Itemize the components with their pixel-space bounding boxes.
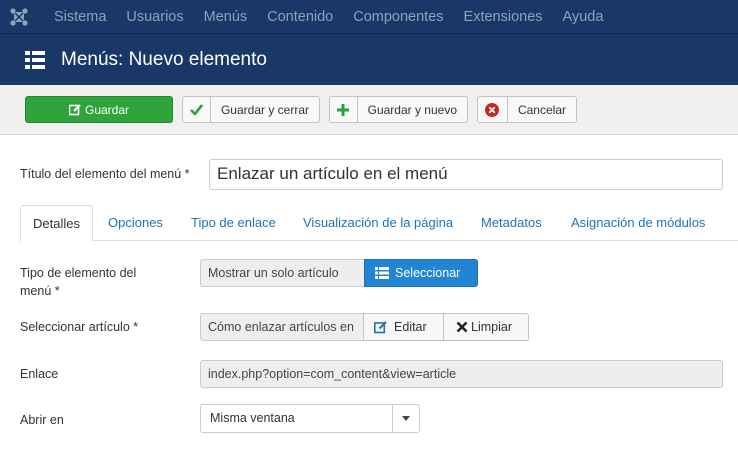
save-close-button[interactable]: Guardar y cerrar — [182, 96, 320, 123]
nav-sistema[interactable]: Sistema — [54, 9, 106, 25]
nav-menus[interactable]: Menús — [204, 9, 248, 25]
save-close-label: Guardar y cerrar — [220, 102, 309, 117]
edit-icon — [68, 103, 81, 115]
plus-icon — [330, 97, 358, 122]
nav-ayuda[interactable]: Ayuda — [563, 9, 604, 25]
tab-bar: Detalles Opciones Tipo de enlace Visuali… — [20, 205, 738, 242]
page-title: Menús: Nuevo elemento — [61, 48, 267, 70]
x-icon — [456, 321, 468, 333]
item-type-label-line1: Tipo de elemento del — [20, 266, 137, 280]
nav-componentes[interactable]: Componentes — [353, 9, 443, 25]
select-type-button[interactable]: Seleccionar — [364, 259, 478, 287]
open-in-select[interactable]: Misma ventana — [200, 404, 420, 433]
tab-asignacion-modulos[interactable]: Asignación de módulos — [571, 205, 705, 241]
cancel-button[interactable]: Cancelar — [477, 96, 577, 123]
link-field: index.php?option=com_content&view=articl… — [200, 360, 723, 388]
list-icon — [375, 267, 389, 279]
nav-extensiones[interactable]: Extensiones — [464, 9, 543, 25]
clear-article-button[interactable]: Limpiar — [443, 313, 529, 341]
article-field: Cómo enlazar artículos en — [200, 313, 364, 341]
cancel-icon — [478, 97, 508, 122]
edit-article-button[interactable]: Editar — [363, 313, 444, 341]
save-new-label: Guardar y nuevo — [367, 102, 457, 117]
open-in-label: Abrir en — [20, 413, 64, 427]
tab-metadatos[interactable]: Metadatos — [481, 205, 542, 241]
caret-down-icon — [392, 405, 419, 432]
toolbar: Guardar Guardar y cerrar Guardar y nuevo… — [0, 85, 738, 135]
open-in-value: Misma ventana — [210, 411, 295, 425]
tab-tipo-de-enlace[interactable]: Tipo de enlace — [191, 205, 276, 241]
item-type-label: Tipo de elemento del menú * — [20, 264, 136, 300]
item-type-label-line2: menú * — [20, 284, 60, 298]
edit-icon — [374, 320, 387, 333]
save-button-label: Guardar — [84, 102, 130, 117]
nav-contenido[interactable]: Contenido — [267, 9, 333, 25]
tab-detalles[interactable]: Detalles — [20, 205, 93, 242]
cancel-label: Cancelar — [517, 102, 566, 117]
link-label: Enlace — [20, 367, 59, 381]
save-new-button[interactable]: Guardar y nuevo — [329, 96, 468, 123]
item-type-field: Mostrar un solo artículo — [200, 259, 365, 287]
edit-article-label: Editar — [394, 320, 427, 334]
title-input[interactable]: Enlazar un artículo en el menú — [209, 159, 723, 190]
nav-usuarios[interactable]: Usuarios — [126, 9, 183, 25]
tab-opciones[interactable]: Opciones — [108, 205, 163, 241]
title-field-label: Título del elemento del menú * — [20, 167, 190, 181]
joomla-logo-icon[interactable] — [0, 0, 38, 33]
list-icon — [25, 50, 45, 69]
top-navbar: Sistema Usuarios Menús Contenido Compone… — [0, 0, 738, 33]
save-button[interactable]: Guardar — [25, 96, 173, 123]
check-icon — [183, 97, 211, 122]
clear-article-label: Limpiar — [471, 320, 512, 334]
article-label: Seleccionar artículo * — [20, 320, 139, 334]
select-type-label: Seleccionar — [395, 266, 461, 280]
page-header: Menús: Nuevo elemento — [0, 33, 738, 85]
tab-visualizacion[interactable]: Visualización de la página — [303, 205, 453, 241]
